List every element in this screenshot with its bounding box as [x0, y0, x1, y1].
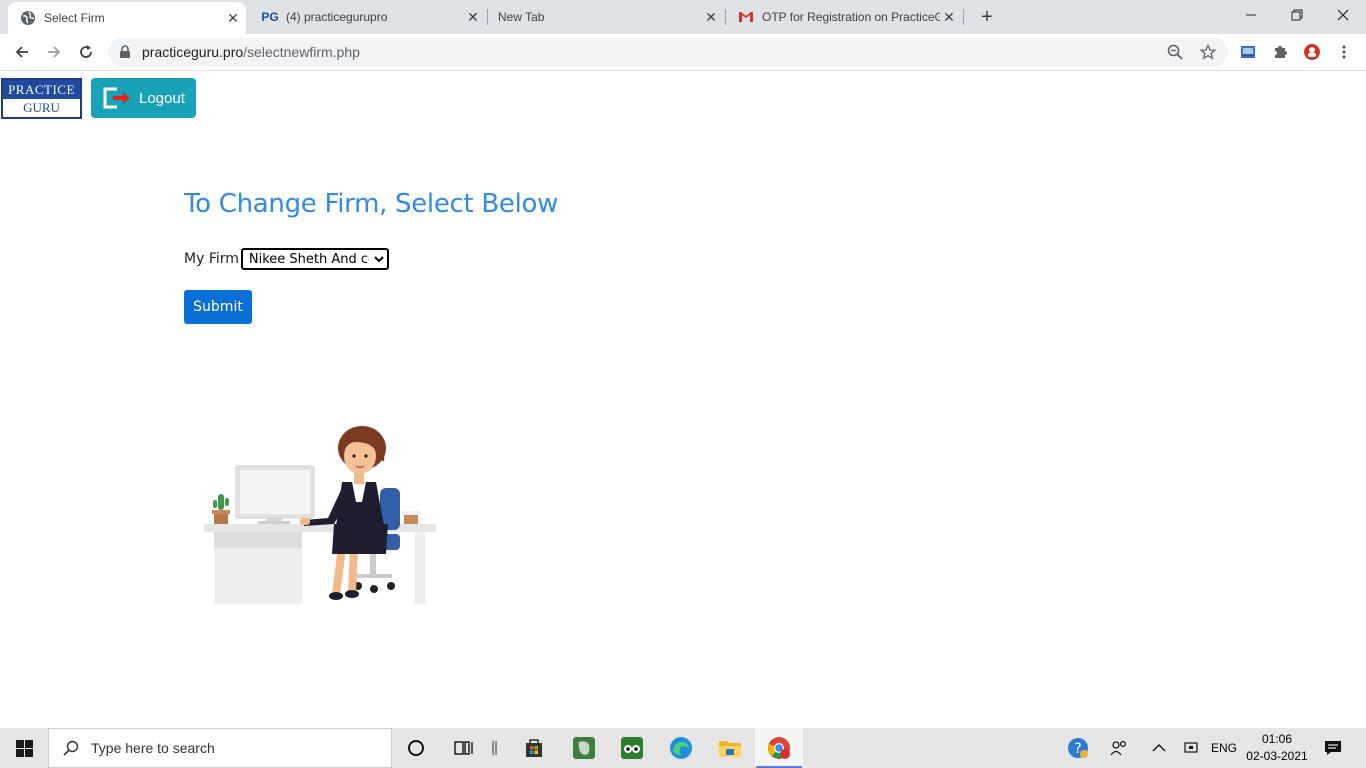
puzzle-extensions-icon[interactable]: [1271, 43, 1289, 61]
taskbar-divider-icon: [488, 728, 502, 768]
windows-start-icon[interactable]: [0, 728, 48, 768]
tripadvisor-icon[interactable]: [608, 728, 656, 768]
taskbar-search-box[interactable]: Type here to search: [48, 728, 392, 768]
restore-button[interactable]: [1274, 0, 1320, 30]
tab-title: (4) practicegurupro: [286, 10, 388, 24]
globe-icon: [20, 10, 36, 26]
forward-arrow-icon: [48, 46, 61, 58]
logo-top-text: PRACTICE: [3, 80, 80, 99]
url-host: practiceguru.pro: [142, 44, 244, 60]
search-icon: [63, 740, 79, 756]
chevron-up-icon[interactable]: [1146, 728, 1172, 768]
evernote-icon[interactable]: [560, 728, 608, 768]
menu-kebab-icon[interactable]: [1335, 43, 1353, 61]
file-explorer-icon[interactable]: [706, 728, 754, 768]
practice-guru-logo[interactable]: PRACTICE GURU: [1, 78, 82, 119]
tab-otp-gmail[interactable]: OTP for Registration on PracticeG ✕: [726, 0, 962, 34]
notifications-icon[interactable]: [1320, 728, 1346, 768]
logout-icon: [103, 87, 130, 109]
tab-select-firm[interactable]: Select Firm ✕: [8, 2, 246, 34]
zoom-icon[interactable]: [1166, 43, 1184, 61]
clock-date: 02-03-2021: [1246, 749, 1308, 763]
browser-tab-strip: Select Firm ✕ PG (4) practicegurupro ✕ N…: [0, 0, 1366, 34]
firm-select[interactable]: Nikee Sheth And co: [240, 248, 389, 270]
windows-taskbar: Type here to search ? ENG 01:06 02-03-20…: [0, 728, 1366, 768]
edge-browser-icon[interactable]: [657, 728, 705, 768]
language-indicator[interactable]: ENG: [1208, 728, 1240, 768]
firm-label: My Firm: [184, 251, 239, 267]
logout-label: Logout: [139, 89, 185, 107]
help-tray-icon[interactable]: ?: [1064, 728, 1092, 768]
bookmark-star-icon[interactable]: [1199, 43, 1217, 61]
back-arrow-icon: [15, 46, 28, 58]
office-woman-illustration: [204, 426, 436, 604]
firm-select-row: My Firm Nikee Sheth And co: [184, 248, 389, 270]
tab-title: New Tab: [498, 10, 545, 24]
search-placeholder: Type here to search: [91, 740, 215, 756]
reload-icon: [80, 45, 92, 58]
browser-toolbar: practiceguru.pro/selectnewfirm.php: [0, 34, 1366, 71]
minimize-button[interactable]: [1228, 0, 1274, 30]
gmail-icon: [738, 9, 754, 25]
cortana-icon[interactable]: [392, 728, 440, 768]
reload-button[interactable]: [72, 38, 100, 66]
display-tray-icon[interactable]: [1178, 728, 1204, 768]
close-tab-icon[interactable]: ✕: [940, 8, 958, 26]
tab-title: OTP for Registration on PracticeG: [762, 10, 940, 24]
lock-icon: [118, 45, 132, 59]
submit-button[interactable]: Submit: [184, 290, 252, 324]
tab-practicegurupro[interactable]: PG (4) practicegurupro ✕: [250, 0, 486, 34]
close-tab-icon[interactable]: ✕: [702, 8, 720, 26]
system-clock[interactable]: 01:06 02-03-2021: [1244, 731, 1310, 765]
url-text: practiceguru.pro/selectnewfirm.php: [142, 44, 360, 60]
tab-title: Select Firm: [44, 11, 105, 25]
task-view-icon[interactable]: [440, 728, 488, 768]
logout-button[interactable]: Logout: [91, 78, 196, 118]
back-button[interactable]: [8, 38, 36, 66]
tab-separator: [963, 9, 964, 25]
clock-time: 01:06: [1261, 732, 1293, 746]
people-tray-icon[interactable]: [1106, 728, 1132, 768]
forward-button[interactable]: [40, 38, 68, 66]
page-title: To Change Firm, Select Below: [184, 189, 559, 219]
logo-bottom-text: GURU: [23, 100, 60, 115]
new-tab-button[interactable]: +: [976, 6, 998, 28]
close-tab-icon[interactable]: ✕: [224, 9, 242, 27]
store-icon[interactable]: [510, 728, 558, 768]
url-path: /selectnewfirm.php: [243, 44, 360, 60]
page-content: PRACTICE GURU Logout To Change Firm, Sel…: [0, 71, 1366, 728]
pg-icon: PG: [261, 10, 279, 24]
close-window-button[interactable]: [1320, 0, 1366, 30]
close-tab-icon[interactable]: ✕: [464, 8, 482, 26]
profile-extension-icon[interactable]: [1303, 43, 1321, 61]
address-bar[interactable]: practiceguru.pro/selectnewfirm.php: [108, 38, 1228, 66]
image-extension-icon[interactable]: [1239, 43, 1257, 61]
tab-new-tab[interactable]: New Tab ✕: [488, 0, 724, 34]
chrome-taskbar-icon[interactable]: [755, 728, 803, 768]
